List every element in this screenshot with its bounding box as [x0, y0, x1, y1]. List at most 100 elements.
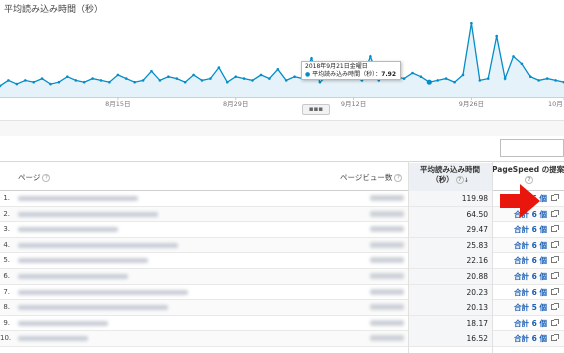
chart-data-point[interactable] — [66, 75, 69, 78]
chart-data-point[interactable] — [529, 75, 532, 78]
chart-data-point[interactable] — [411, 71, 414, 75]
chart-data-point[interactable] — [141, 79, 145, 82]
column-header-page[interactable]: ページ? — [18, 172, 51, 183]
pagespeed-suggestions-link[interactable]: 合計 6 個 — [514, 269, 547, 284]
pagespeed-suggestions-link[interactable]: 合計 6 個 — [514, 238, 547, 253]
chart-data-point[interactable] — [217, 66, 221, 69]
chart-data-point[interactable] — [470, 21, 473, 25]
chart-data-point[interactable] — [419, 75, 423, 78]
chart-data-point[interactable] — [520, 62, 524, 66]
external-link-icon[interactable] — [551, 225, 559, 233]
page-path-link-redacted[interactable] — [18, 227, 118, 233]
column-header-pagespeed[interactable]: PageSpeed の提案 ? — [492, 165, 564, 185]
chart-data-point[interactable] — [234, 75, 237, 78]
help-icon[interactable]: ? — [42, 174, 51, 182]
external-link-icon[interactable] — [551, 271, 559, 279]
table-row[interactable]: 6. 20.88 合計 6 個 — [0, 268, 564, 285]
table-row[interactable]: 5. 22.16 合計 6 個 — [0, 253, 564, 269]
chart-data-point[interactable] — [175, 77, 179, 80]
table-row[interactable]: 4. 25.83 合計 6 個 — [0, 237, 564, 254]
chart-data-point[interactable] — [293, 75, 296, 78]
chart-data-point[interactable] — [125, 77, 128, 80]
external-link-icon[interactable] — [551, 256, 559, 264]
chart-data-point[interactable] — [318, 80, 322, 84]
pagespeed-suggestions-link[interactable]: 合計 6 個 — [514, 253, 547, 268]
chart-data-point[interactable] — [251, 79, 254, 82]
page-path-link-redacted[interactable] — [18, 336, 88, 342]
external-link-icon[interactable] — [551, 240, 559, 248]
table-row[interactable]: 3. 29.47 合計 6 個 — [0, 222, 564, 238]
table-search-input[interactable] — [500, 139, 564, 157]
page-path-link-redacted[interactable] — [18, 320, 108, 326]
chart-data-point[interactable] — [461, 73, 465, 77]
column-header-pageviews[interactable]: ページビュー数? — [340, 172, 403, 183]
chart-data-point[interactable] — [49, 82, 52, 86]
pagespeed-suggestions-link[interactable]: 合計 6 個 — [514, 285, 547, 300]
chart-data-point[interactable] — [7, 79, 10, 82]
chart-data-point[interactable] — [453, 80, 456, 84]
chart-range-handle[interactable]: ▪▪▪ — [302, 104, 330, 115]
external-link-icon[interactable] — [551, 287, 559, 295]
column-header-avg-load-time[interactable]: 平均読み込み時間 （秒）? ↓ — [408, 163, 492, 191]
external-link-icon[interactable] — [551, 209, 559, 217]
chart-data-point[interactable] — [512, 55, 515, 58]
chart-data-point[interactable] — [40, 77, 44, 80]
chart-data-point[interactable] — [57, 80, 61, 84]
external-link-icon[interactable] — [551, 334, 559, 342]
chart-data-point[interactable] — [99, 79, 103, 82]
help-icon[interactable]: ? — [525, 176, 533, 184]
chart-data-point[interactable] — [24, 79, 27, 82]
chart-data-point[interactable] — [150, 69, 153, 73]
chart-data-point[interactable] — [158, 79, 162, 82]
pagespeed-suggestions-link[interactable]: 合計 6 個 — [514, 222, 547, 237]
chart-data-point[interactable] — [226, 80, 229, 84]
chart-data-point[interactable] — [503, 77, 507, 80]
chart-data-point[interactable] — [167, 75, 170, 78]
pagespeed-suggestions-link[interactable]: 合計 5 個 — [514, 300, 547, 315]
chart-data-point[interactable] — [426, 79, 432, 85]
page-path-link-redacted[interactable] — [18, 289, 188, 295]
chart-data-point[interactable] — [310, 57, 313, 60]
help-icon[interactable]: ? — [394, 174, 403, 182]
chart-data-point[interactable] — [108, 80, 111, 84]
table-row[interactable]: 9. 18.17 合計 6 個 — [0, 315, 564, 332]
external-link-icon[interactable] — [551, 303, 559, 311]
table-row[interactable]: 10. 16.52 合計 6 個 — [0, 331, 564, 347]
chart-data-point[interactable] — [200, 79, 204, 82]
chart-data-point[interactable] — [495, 34, 499, 38]
table-row[interactable]: 1.119.98合計 6 個 — [0, 191, 564, 207]
page-path-link-redacted[interactable] — [18, 258, 148, 264]
chart-data-point[interactable] — [545, 77, 549, 80]
pagespeed-suggestions-link[interactable]: 合計 6 個 — [514, 316, 547, 331]
page-path-link-redacted[interactable] — [18, 196, 138, 201]
page-path-link-redacted[interactable] — [18, 305, 168, 311]
table-row[interactable]: 2. 64.50 合計 6 個 — [0, 206, 564, 223]
chart-data-point[interactable] — [486, 77, 490, 80]
chart-data-point[interactable] — [209, 77, 212, 80]
chart-data-point[interactable] — [259, 73, 263, 77]
chart-data-point[interactable] — [116, 73, 120, 77]
chart-data-point[interactable] — [478, 79, 482, 82]
page-path-link-redacted[interactable] — [18, 211, 158, 217]
chart-data-point[interactable] — [268, 77, 271, 80]
chart-data-point[interactable] — [276, 68, 280, 71]
chart-data-point[interactable] — [402, 77, 406, 80]
chart-data-point[interactable] — [537, 79, 540, 82]
chart-data-point[interactable] — [15, 82, 19, 86]
chart-data-point[interactable] — [74, 79, 78, 82]
chart-data-point[interactable] — [91, 77, 94, 80]
chart-data-point[interactable] — [183, 80, 187, 84]
chart-data-point[interactable] — [369, 55, 372, 58]
page-path-link-redacted[interactable] — [18, 242, 178, 248]
chart-data-point[interactable] — [82, 80, 86, 84]
table-row[interactable]: 8. 20.13 合計 5 個 — [0, 300, 564, 316]
help-icon[interactable]: ? — [455, 176, 464, 184]
chart-data-point[interactable] — [32, 80, 35, 84]
external-link-icon[interactable] — [551, 318, 559, 326]
pagespeed-suggestions-link[interactable]: 合計 6 個 — [514, 331, 547, 346]
chart-data-point[interactable] — [192, 73, 195, 77]
chart-data-point[interactable] — [133, 80, 136, 84]
chart-data-point[interactable] — [242, 77, 246, 80]
chart-data-point[interactable] — [554, 79, 557, 82]
page-path-link-redacted[interactable] — [18, 273, 128, 279]
